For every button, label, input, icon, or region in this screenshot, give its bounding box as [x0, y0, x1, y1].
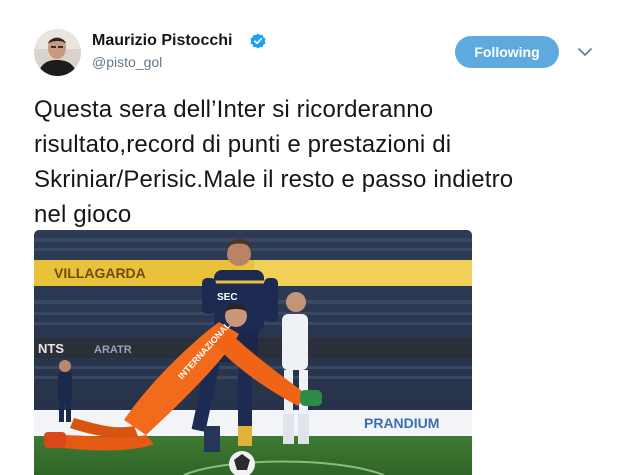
tweet-text-line: risultato,record di punti e prestazioni …	[34, 131, 452, 158]
author-handle[interactable]: @pisto_gol	[92, 54, 162, 70]
ad-banner-text: PRANDIUM	[364, 415, 439, 431]
verified-badge-icon	[250, 33, 266, 49]
following-button[interactable]: Following	[455, 36, 559, 68]
jersey-sponsor-text: SEC	[217, 292, 238, 303]
chevron-down-icon[interactable]	[577, 45, 593, 57]
tweet-text-line: Skriniar/Perisic.Male il resto e passo i…	[34, 166, 514, 193]
author-name[interactable]: Maurizio Pistocchi	[92, 32, 232, 50]
tweet-media-photo[interactable]: VILLAGARDA NTS ARATR PRANDIUM SEC INTERN…	[34, 230, 472, 475]
ad-banner-text: NTS	[38, 341, 64, 356]
tweet-card: Maurizio Pistocchi @pisto_gol Following …	[0, 0, 624, 475]
avatar[interactable]	[34, 29, 81, 76]
tweet-text-line: Questa sera dell’Inter si ricorderanno	[34, 96, 434, 123]
ad-banner-text: VILLAGARDA	[54, 265, 146, 281]
tweet-text: Questa sera dell’Inter si ricorderanno r…	[34, 92, 594, 232]
ad-banner-text: ARATR	[94, 344, 132, 356]
tweet-text-line: nel gioco	[34, 201, 132, 228]
